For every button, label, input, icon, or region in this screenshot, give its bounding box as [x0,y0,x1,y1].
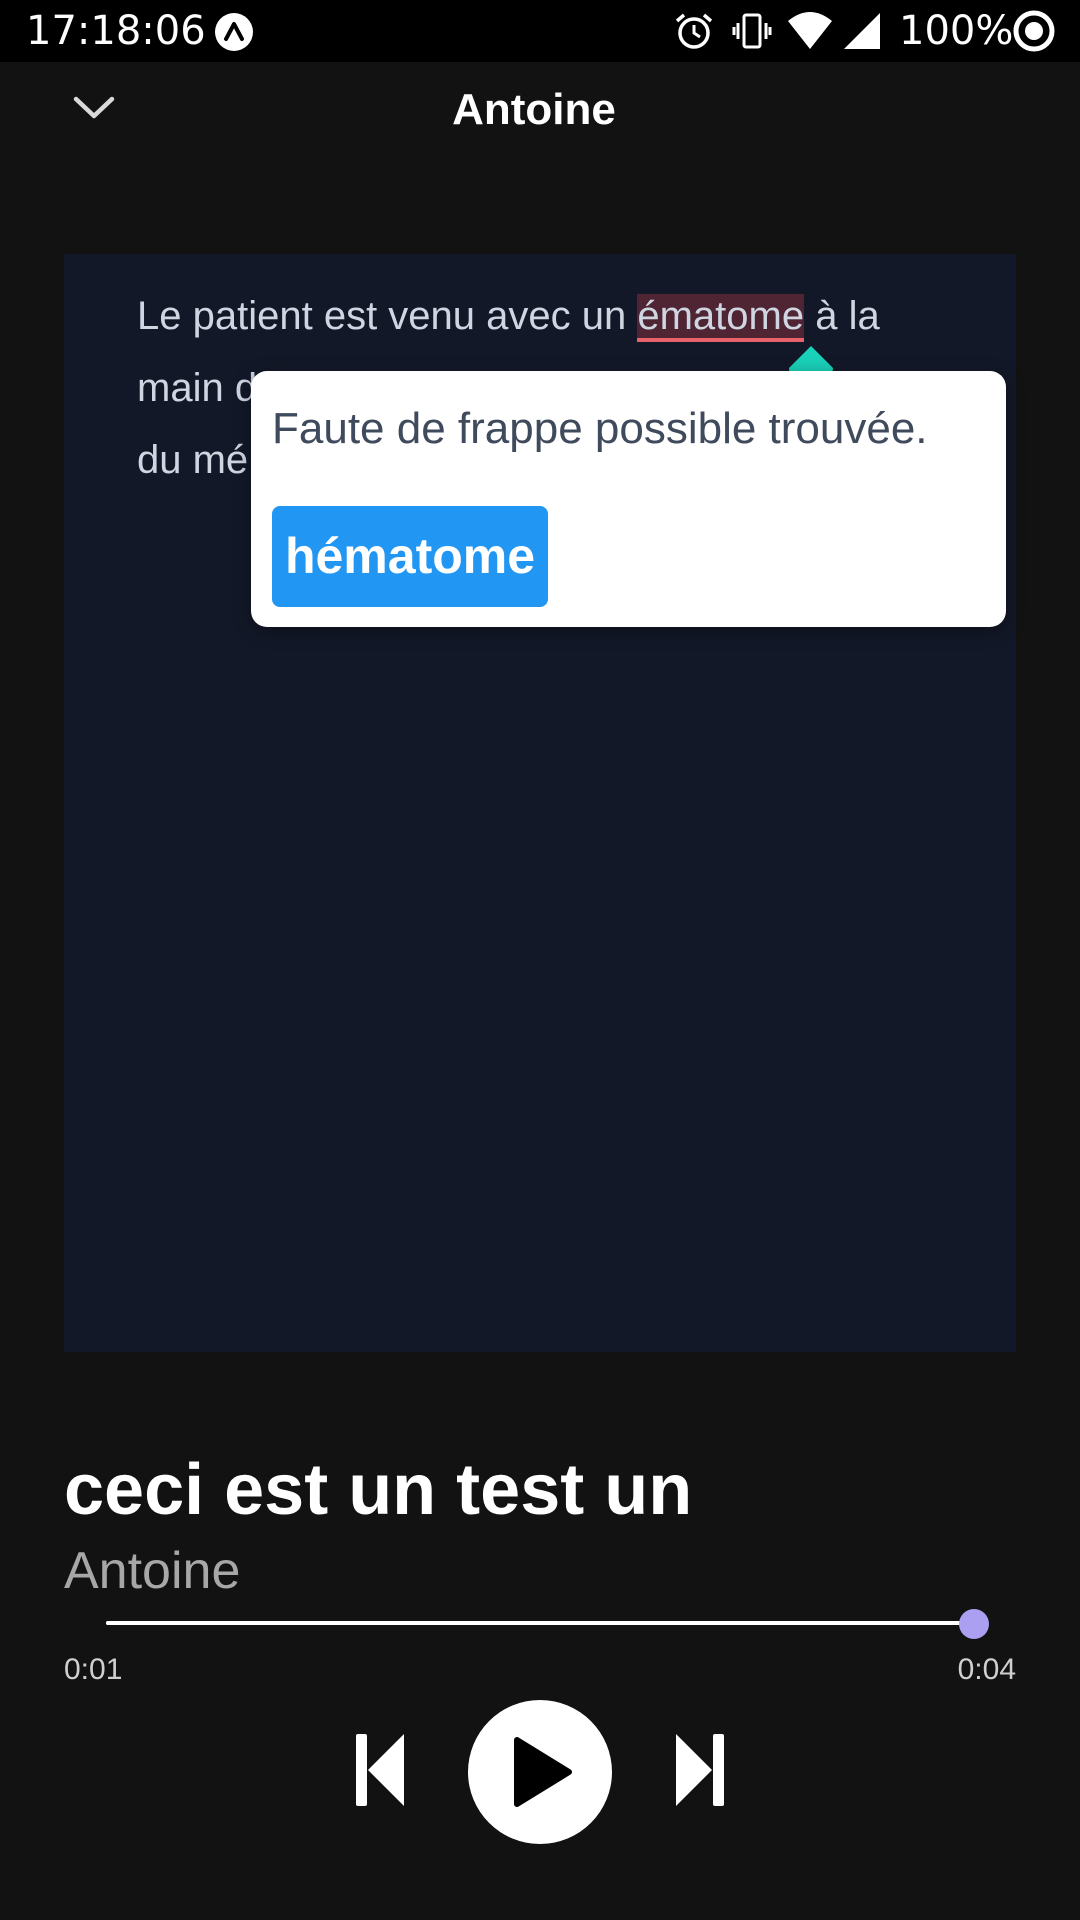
next-button[interactable] [672,1730,728,1810]
progress-fill [106,1621,974,1625]
circle-status-icon [1013,10,1055,52]
text-segment: à la [804,294,880,338]
play-button[interactable] [468,1700,612,1844]
play-icon [514,1737,572,1807]
track-artist: Antoine [64,1542,241,1600]
suggestion-button[interactable]: hématome [272,506,548,607]
signal-icon [844,13,880,49]
vibrate-icon [732,13,772,49]
battery-percent: 100% [899,8,1014,54]
track-title: ceci est un test un [64,1450,693,1530]
progress-bar[interactable] [106,1621,974,1625]
typo-word[interactable]: ématome [637,294,805,342]
app-a-icon [215,13,253,51]
page-title: Antoine [452,85,616,134]
skip-next-icon [676,1734,724,1806]
alarm-icon [675,13,713,49]
text-segment: Le patient est venu avec un [137,294,638,338]
current-time: 0:01 [64,1653,123,1686]
screen: 17:18:06 100% Antoine Le patient est ven… [0,0,1080,1920]
wifi-icon [788,12,832,49]
previous-button[interactable] [352,1730,408,1810]
spellcheck-popup: Faute de frappe possible trouvée. hémato… [251,371,1006,627]
status-bar: 17:18:06 100% [0,0,1080,62]
popup-message: Faute de frappe possible trouvée. [272,404,928,453]
status-time: 17:18:06 [26,8,206,54]
total-time: 0:04 [957,1653,1016,1686]
skip-previous-icon [356,1734,404,1806]
progress-thumb[interactable] [959,1609,989,1639]
